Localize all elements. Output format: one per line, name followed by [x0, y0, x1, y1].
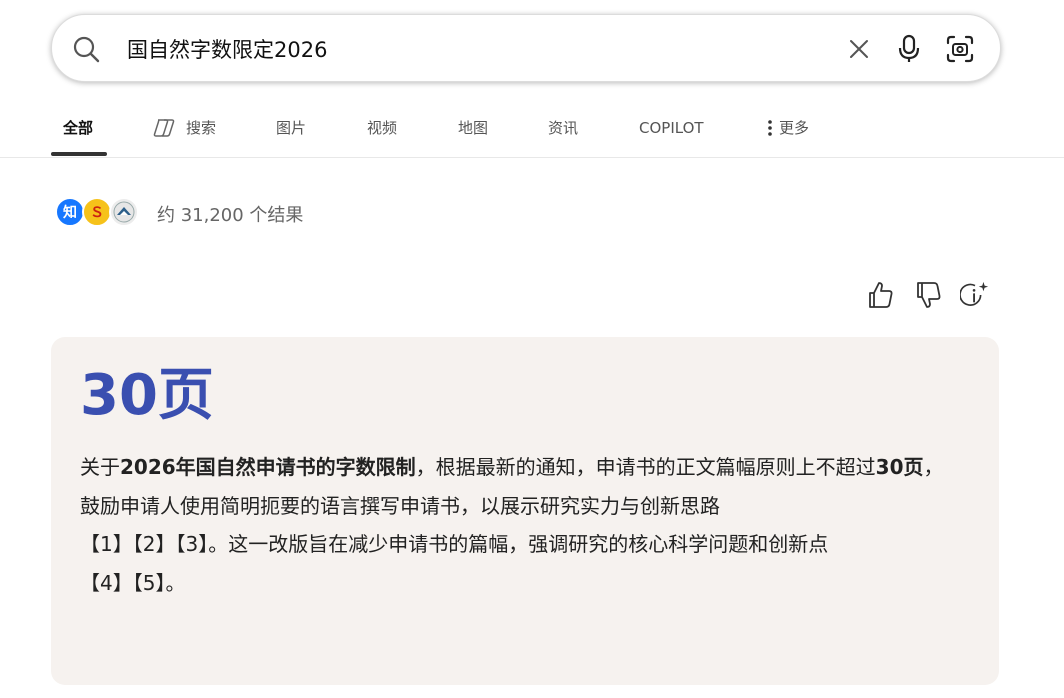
- tab-news[interactable]: 资讯: [548, 100, 578, 155]
- thumbs-down-icon: [917, 282, 941, 308]
- tab-label: 资讯: [548, 119, 579, 137]
- citation-link[interactable]: 【3】: [175, 532, 208, 556]
- search-icon[interactable]: [72, 35, 100, 63]
- copilot-icon: [153, 118, 175, 137]
- tab-images[interactable]: 图片: [276, 100, 306, 155]
- tab-label: 搜索: [186, 119, 217, 137]
- answer-text: ，根据最新的通知，申请书的正文篇幅原则上不超过: [415, 455, 876, 479]
- tab-all[interactable]: 全部: [63, 100, 93, 155]
- tab-search[interactable]: 搜索: [153, 100, 216, 155]
- tab-label: 更多: [779, 119, 810, 137]
- tab-maps[interactable]: 地图: [458, 100, 488, 155]
- source-favicon: [109, 197, 139, 227]
- citation-link[interactable]: 【1】: [80, 532, 133, 556]
- tab-label: 视频: [367, 119, 398, 137]
- thumbs-down-button[interactable]: [913, 279, 943, 311]
- voice-search-button[interactable]: [892, 32, 926, 66]
- citation-link[interactable]: 【4】: [80, 571, 133, 595]
- tab-copilot[interactable]: COPILOT: [639, 100, 704, 155]
- answer-highlight: 2026年国自然申请书的字数限制: [120, 455, 416, 479]
- tab-label: 全部: [63, 119, 94, 137]
- answer-text: 关于: [80, 455, 120, 479]
- source-favicon: Ｓ: [82, 197, 112, 227]
- thumbs-up-button[interactable]: [865, 279, 895, 311]
- search-results-page: 全部 搜索 图片 视频 地图 资讯 COPILOT: [0, 0, 1064, 698]
- visual-search-button[interactable]: [943, 32, 977, 66]
- answer-title: 30页: [80, 363, 214, 428]
- search-input[interactable]: [127, 31, 807, 67]
- favicon-label: 知: [63, 205, 77, 221]
- clear-search-button[interactable]: [842, 32, 876, 66]
- more-vertical-icon: [768, 119, 772, 136]
- tab-label: COPILOT: [639, 118, 704, 137]
- search-tabs: 全部 搜索 图片 视频 地图 资讯 COPILOT 更多: [51, 100, 1064, 158]
- search-bar: [51, 14, 1001, 82]
- ai-info-button[interactable]: [960, 279, 990, 311]
- info-sparkle-icon: [960, 281, 989, 306]
- close-icon: [850, 40, 868, 58]
- tabs-divider: [0, 157, 1064, 158]
- mountain-logo-icon: [113, 201, 135, 223]
- tab-more[interactable]: 更多: [767, 100, 809, 155]
- ai-answer-card: 30页 关于2026年国自然申请书的字数限制，根据最新的通知，申请书的正文篇幅原…: [51, 337, 999, 685]
- microphone-icon: [898, 34, 920, 62]
- answer-text: 。这一改版旨在减少申请书的篇幅，强调研究的核心科学问题和创新点: [208, 532, 829, 556]
- favicon-label: Ｓ: [90, 205, 104, 221]
- answer-highlight: 30页: [875, 455, 924, 479]
- zhihu-favicon: 知: [55, 197, 85, 227]
- tab-label: 地图: [458, 119, 489, 137]
- tab-videos[interactable]: 视频: [367, 100, 397, 155]
- citation-link[interactable]: 【2】: [133, 532, 176, 556]
- result-count: 约 31,200 个结果: [157, 205, 304, 226]
- answer-text: 。: [165, 570, 186, 595]
- citation-link[interactable]: 【5】: [133, 571, 166, 595]
- thumbs-up-icon: [869, 282, 893, 308]
- active-tab-indicator: [51, 152, 107, 156]
- answer-body: 关于2026年国自然申请书的字数限制，根据最新的通知，申请书的正文篇幅原则上不超…: [80, 448, 960, 602]
- tab-label: 图片: [276, 119, 307, 137]
- camera-scan-icon: [946, 35, 974, 63]
